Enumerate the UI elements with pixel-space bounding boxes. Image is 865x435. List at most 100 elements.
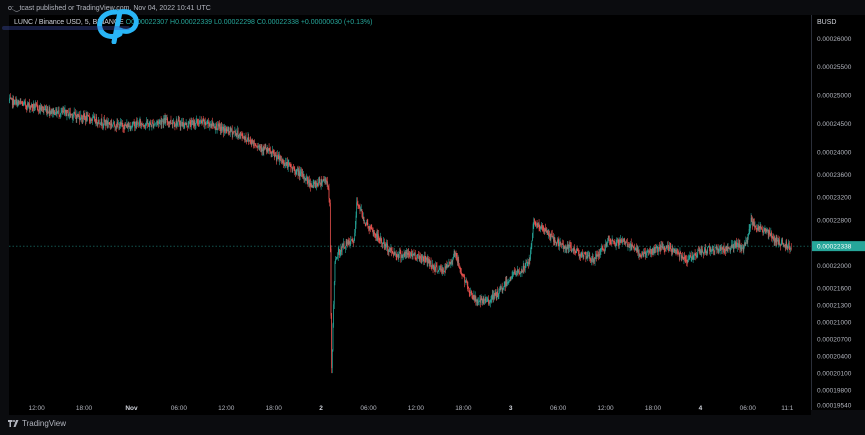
candle-body — [97, 122, 99, 124]
price-tick-label: 0.00019800 — [817, 388, 852, 395]
candle-body — [73, 114, 74, 117]
candle-body — [27, 103, 29, 106]
candle-body — [664, 248, 666, 251]
candle-body — [578, 250, 579, 255]
candle-body — [250, 140, 251, 143]
candle-body — [99, 123, 101, 125]
candle-body — [611, 243, 612, 245]
candle-body — [285, 162, 287, 165]
candle-body — [788, 242, 790, 249]
candle-body — [119, 126, 120, 129]
candle-body — [129, 125, 131, 129]
tradingview-brand[interactable]: TradingView — [8, 419, 66, 428]
candle-body — [752, 221, 753, 225]
candle-body — [645, 251, 647, 256]
candle-body — [114, 121, 115, 126]
candle-body — [424, 255, 425, 262]
candle-body — [146, 121, 147, 125]
candle-body — [435, 265, 437, 267]
candle-body — [65, 109, 66, 113]
candle-body — [669, 246, 670, 251]
candle-body — [389, 248, 391, 251]
candle-body — [590, 260, 592, 262]
candle-body — [594, 257, 596, 262]
candle-body — [711, 250, 713, 251]
candle-body — [104, 119, 105, 122]
time-axis[interactable]: 12:00 18:00 Nov 06:00 12:00 18:00 2 06:00 12:00 1… — [9, 398, 811, 415]
candle-body — [446, 264, 448, 268]
candle-body — [415, 258, 417, 259]
candle-body — [159, 120, 161, 122]
candle-body — [257, 146, 259, 148]
candle-body — [476, 299, 477, 302]
candle-body — [333, 281, 335, 305]
candle-body — [349, 241, 351, 245]
candle-body — [649, 250, 651, 254]
candle-body — [215, 123, 217, 130]
candle-body — [348, 240, 350, 242]
candle-body — [574, 248, 575, 251]
candle-body — [607, 239, 609, 243]
candle-body — [353, 238, 355, 243]
candle-body — [57, 111, 59, 113]
candle-body — [729, 247, 731, 251]
candle-body — [756, 228, 757, 229]
chart-panel[interactable] — [8, 15, 811, 410]
candle-body — [144, 124, 146, 127]
candle-body — [754, 225, 756, 227]
candle-body — [632, 246, 634, 248]
candle-body — [682, 258, 684, 259]
candle-body — [130, 127, 132, 129]
candle-body — [758, 226, 760, 230]
price-axis[interactable]: 0.00026000 0.00025500 0.00025000 0.00024500… — [811, 15, 865, 410]
candle-body — [488, 301, 490, 303]
candle-body — [689, 254, 691, 256]
candle-body — [405, 251, 406, 257]
candle-body — [773, 236, 774, 240]
candle-body — [199, 120, 201, 123]
candle-body — [484, 300, 485, 301]
candle-body — [739, 244, 741, 250]
candle-body — [755, 225, 757, 228]
price-tick-label: 0.00020700 — [817, 337, 852, 344]
candle-body — [273, 152, 275, 154]
candle-body — [195, 121, 197, 124]
candle-body — [654, 247, 656, 254]
candle-body — [319, 178, 321, 183]
candle-body — [626, 242, 627, 243]
candle-body — [267, 149, 269, 152]
currency-unit-label: BUSD — [817, 19, 837, 26]
candle-body — [312, 183, 314, 188]
candle-body — [256, 146, 257, 148]
candle-body — [786, 247, 788, 248]
candle-body — [549, 237, 551, 240]
candle-body — [653, 248, 655, 254]
candle-body — [268, 148, 269, 152]
candle-body — [496, 291, 498, 298]
candle-body — [355, 215, 357, 225]
candle-body — [248, 137, 250, 141]
candle-body — [787, 243, 789, 248]
candle-body — [121, 122, 123, 125]
candle-body — [300, 171, 302, 174]
candle-body — [550, 234, 552, 240]
candle-body — [649, 249, 651, 254]
candle-body — [163, 119, 165, 124]
candle-body — [153, 124, 155, 127]
candle-body — [22, 103, 24, 106]
candle-body — [575, 251, 577, 254]
candle-body — [147, 123, 149, 125]
candle-body — [274, 155, 276, 158]
candle-body — [767, 229, 769, 235]
candle-body — [243, 136, 245, 139]
candle-body — [642, 253, 644, 257]
candle-body — [312, 185, 313, 188]
candle-body — [183, 126, 185, 127]
candle-body — [135, 121, 137, 126]
candle-body — [332, 324, 334, 351]
candle-body — [113, 121, 115, 125]
candle-body — [479, 298, 481, 301]
candle-body — [457, 257, 458, 263]
candle-body — [407, 253, 408, 255]
candle-body — [13, 98, 14, 105]
